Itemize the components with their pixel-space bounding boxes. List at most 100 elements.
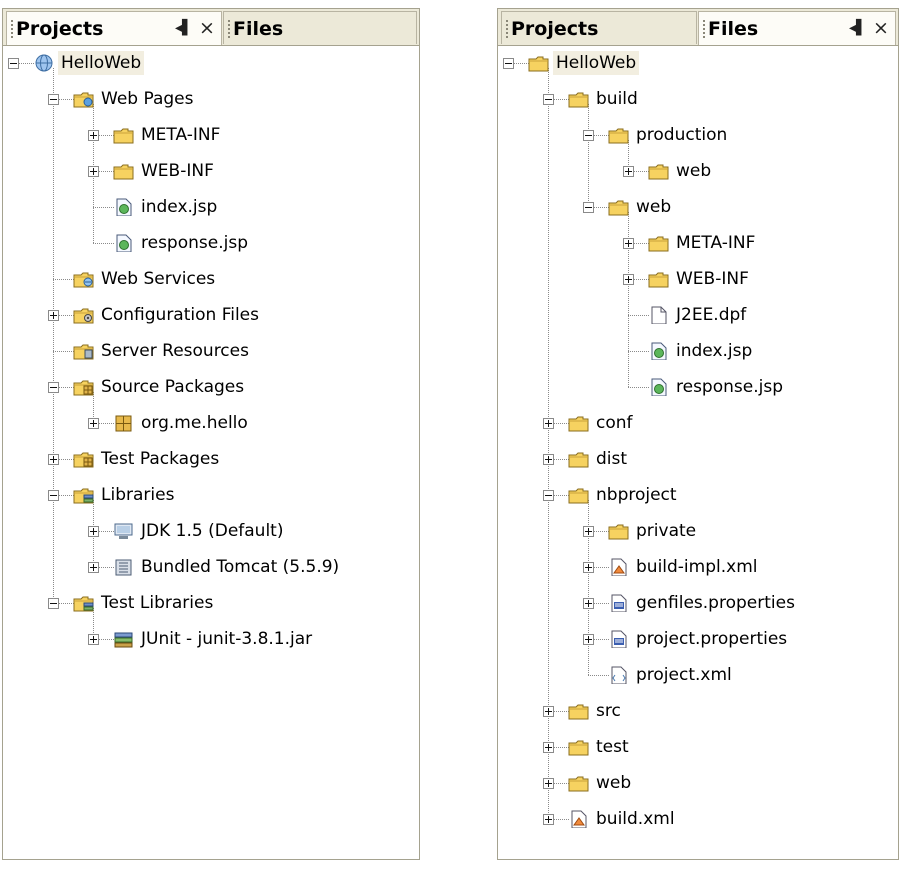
libraries-folder-icon bbox=[73, 594, 95, 612]
tree-node-label[interactable]: Libraries bbox=[98, 483, 177, 507]
libraries-folder-icon bbox=[73, 486, 95, 504]
tree-node-label[interactable]: response.jsp bbox=[138, 231, 251, 255]
tree-node-label[interactable]: build-impl.xml bbox=[633, 555, 760, 579]
drag-grip[interactable] bbox=[703, 20, 705, 40]
tree-node-label[interactable]: web bbox=[673, 159, 714, 183]
expand-toggle[interactable] bbox=[623, 238, 634, 249]
tab-bar: Projects Files ◂▌ × bbox=[498, 9, 898, 46]
expand-toggle[interactable] bbox=[48, 310, 59, 321]
tree-node-label[interactable]: nbproject bbox=[593, 483, 680, 507]
collapse-toggle[interactable] bbox=[543, 94, 554, 105]
tree-node-label[interactable]: test bbox=[593, 735, 632, 759]
tree-node-label[interactable]: Server Resources bbox=[98, 339, 252, 363]
tree-node-label[interactable]: JUnit - junit-3.8.1.jar bbox=[138, 627, 315, 651]
close-icon[interactable]: × bbox=[199, 17, 215, 39]
tree-node-label[interactable]: HelloWeb bbox=[553, 51, 640, 75]
tree-node-label[interactable]: org.me.hello bbox=[138, 411, 251, 435]
expand-toggle[interactable] bbox=[583, 562, 594, 573]
expand-toggle[interactable] bbox=[583, 526, 594, 537]
folder-icon bbox=[568, 486, 590, 504]
tree-node-label[interactable]: index.jsp bbox=[673, 339, 755, 363]
tree-node-label[interactable]: J2EE.dpf bbox=[673, 303, 749, 327]
collapse-toggle[interactable] bbox=[48, 382, 59, 393]
tree-node-label[interactable]: WEB-INF bbox=[138, 159, 217, 183]
tree-node-label[interactable]: index.jsp bbox=[138, 195, 220, 219]
server-library-icon bbox=[113, 558, 135, 576]
tree-guide-line bbox=[588, 675, 609, 676]
close-icon[interactable]: × bbox=[873, 17, 889, 39]
tree-node-label[interactable]: Bundled Tomcat (5.5.9) bbox=[138, 555, 342, 579]
tree-node-label[interactable]: src bbox=[593, 699, 624, 723]
drag-grip[interactable] bbox=[506, 20, 508, 40]
tree-node-label[interactable]: Web Services bbox=[98, 267, 218, 291]
collapse-toggle[interactable] bbox=[48, 598, 59, 609]
tab-projects[interactable]: Projects bbox=[501, 11, 697, 44]
tree-node-label[interactable]: web bbox=[593, 771, 634, 795]
tree-node-label[interactable]: production bbox=[633, 123, 730, 147]
folder-icon bbox=[568, 450, 590, 468]
tree-node-label[interactable]: Configuration Files bbox=[98, 303, 262, 327]
folder-icon bbox=[648, 234, 670, 252]
source-packages-folder-icon bbox=[73, 378, 95, 396]
project-tree[interactable]: HelloWeb Web Pages META-INF WEB-INF index.js… bbox=[3, 46, 419, 859]
tab-projects[interactable]: Projects ◂▌ × bbox=[6, 11, 222, 45]
minimize-icon[interactable]: ◂▌ bbox=[849, 20, 867, 36]
folder-icon bbox=[568, 90, 590, 108]
tree-node-label[interactable]: response.jsp bbox=[673, 375, 786, 399]
collapse-toggle[interactable] bbox=[503, 58, 514, 69]
collapse-toggle[interactable] bbox=[8, 58, 19, 69]
tree-node-label[interactable]: META-INF bbox=[138, 123, 223, 147]
tree-node-label[interactable]: WEB-INF bbox=[673, 267, 752, 291]
tree-node-label[interactable]: Source Packages bbox=[98, 375, 247, 399]
expand-toggle[interactable] bbox=[48, 454, 59, 465]
expand-toggle[interactable] bbox=[623, 166, 634, 177]
expand-toggle[interactable] bbox=[583, 634, 594, 645]
web-project-icon bbox=[33, 54, 55, 72]
expand-toggle[interactable] bbox=[88, 562, 99, 573]
expand-toggle[interactable] bbox=[88, 634, 99, 645]
file-tree[interactable]: HelloWeb build production web web META-INF WEB… bbox=[498, 46, 898, 859]
tree-node-label[interactable]: Test Libraries bbox=[98, 591, 216, 615]
minimize-icon[interactable]: ◂▌ bbox=[175, 20, 193, 36]
tree-node-label[interactable]: genfiles.properties bbox=[633, 591, 798, 615]
expand-toggle[interactable] bbox=[88, 130, 99, 141]
expand-toggle[interactable] bbox=[623, 274, 634, 285]
expand-toggle[interactable] bbox=[583, 598, 594, 609]
tree-node-label[interactable]: conf bbox=[593, 411, 636, 435]
folder-icon bbox=[648, 162, 670, 180]
expand-toggle[interactable] bbox=[543, 706, 554, 717]
drag-grip[interactable] bbox=[228, 20, 230, 40]
tree-node-label[interactable]: web bbox=[633, 195, 674, 219]
expand-toggle[interactable] bbox=[88, 166, 99, 177]
expand-toggle[interactable] bbox=[543, 418, 554, 429]
tree-node-label[interactable]: build bbox=[593, 87, 641, 111]
tree-guide-line bbox=[628, 315, 649, 316]
tree-node-label[interactable]: META-INF bbox=[673, 231, 758, 255]
tree-node-label[interactable]: dist bbox=[593, 447, 630, 471]
tree-node-label[interactable]: JDK 1.5 (Default) bbox=[138, 519, 286, 543]
file-icon bbox=[648, 306, 670, 324]
folder-icon bbox=[568, 702, 590, 720]
tab-files[interactable]: Files bbox=[223, 11, 417, 44]
collapse-toggle[interactable] bbox=[543, 490, 554, 501]
collapse-toggle[interactable] bbox=[583, 130, 594, 141]
tree-node-label[interactable]: HelloWeb bbox=[58, 51, 145, 75]
tree-node-label[interactable]: build.xml bbox=[593, 807, 678, 831]
tree-node-label[interactable]: Test Packages bbox=[98, 447, 222, 471]
tree-node-label[interactable]: project.xml bbox=[633, 663, 735, 687]
expand-toggle[interactable] bbox=[88, 418, 99, 429]
expand-toggle[interactable] bbox=[543, 814, 554, 825]
files-panel: Projects Files ◂▌ × HelloWeb build product… bbox=[497, 8, 899, 860]
drag-grip[interactable] bbox=[11, 20, 13, 40]
expand-toggle[interactable] bbox=[543, 454, 554, 465]
tree-node-label[interactable]: Web Pages bbox=[98, 87, 196, 111]
tree-node-label[interactable]: project.properties bbox=[633, 627, 790, 651]
expand-toggle[interactable] bbox=[543, 778, 554, 789]
collapse-toggle[interactable] bbox=[48, 94, 59, 105]
expand-toggle[interactable] bbox=[88, 526, 99, 537]
expand-toggle[interactable] bbox=[543, 742, 554, 753]
collapse-toggle[interactable] bbox=[583, 202, 594, 213]
tab-files[interactable]: Files ◂▌ × bbox=[698, 11, 896, 45]
tree-node-label[interactable]: private bbox=[633, 519, 699, 543]
collapse-toggle[interactable] bbox=[48, 490, 59, 501]
